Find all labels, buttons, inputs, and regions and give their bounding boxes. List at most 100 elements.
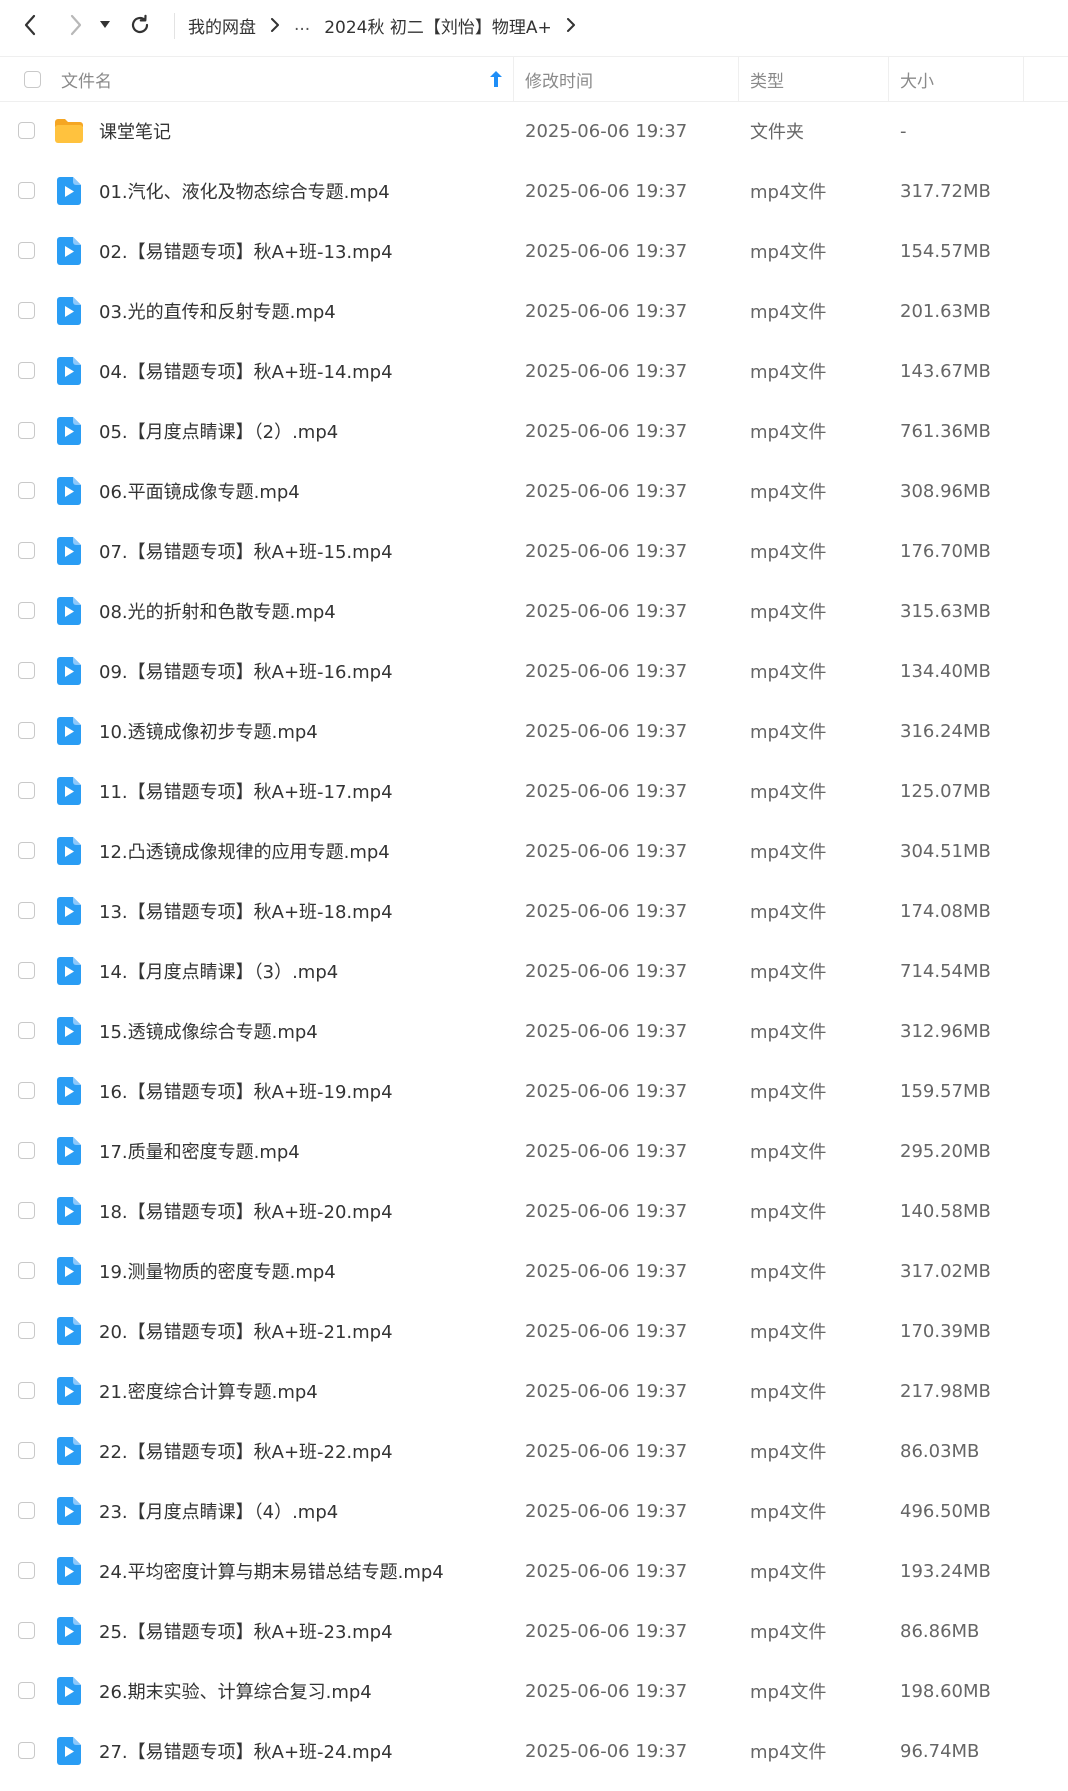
- file-row[interactable]: 02.【易错题专项】秋A+班-13.mp4 2025-06-06 19:37 m…: [0, 221, 1068, 281]
- file-row[interactable]: 10.透镜成像初步专题.mp4 2025-06-06 19:37 mp4文件 3…: [0, 701, 1068, 761]
- file-name[interactable]: 11.【易错题专项】秋A+班-17.mp4: [99, 761, 393, 821]
- file-row[interactable]: 24.平均密度计算与期末易错总结专题.mp4 2025-06-06 19:37 …: [0, 1541, 1068, 1601]
- row-checkbox[interactable]: [18, 122, 35, 139]
- file-row[interactable]: 27.【易错题专项】秋A+班-24.mp4 2025-06-06 19:37 m…: [0, 1721, 1068, 1781]
- file-name[interactable]: 12.凸透镜成像规律的应用专题.mp4: [99, 821, 390, 881]
- file-row[interactable]: 17.质量和密度专题.mp4 2025-06-06 19:37 mp4文件 29…: [0, 1121, 1068, 1181]
- file-row[interactable]: 26.期末实验、计算综合复习.mp4 2025-06-06 19:37 mp4文…: [0, 1661, 1068, 1721]
- file-row[interactable]: 03.光的直传和反射专题.mp4 2025-06-06 19:37 mp4文件 …: [0, 281, 1068, 341]
- column-header-type-label: 类型: [750, 71, 784, 92]
- file-name[interactable]: 05.【月度点睛课】（2）.mp4: [99, 401, 338, 461]
- file-name[interactable]: 09.【易错题专项】秋A+班-16.mp4: [99, 641, 393, 701]
- row-checkbox[interactable]: [18, 722, 35, 739]
- file-row[interactable]: 11.【易错题专项】秋A+班-17.mp4 2025-06-06 19:37 m…: [0, 761, 1068, 821]
- file-name[interactable]: 06.平面镜成像专题.mp4: [99, 461, 300, 521]
- file-name[interactable]: 21.密度综合计算专题.mp4: [99, 1361, 318, 1421]
- file-name[interactable]: 课堂笔记: [99, 101, 171, 161]
- file-name[interactable]: 27.【易错题专项】秋A+班-24.mp4: [99, 1721, 393, 1781]
- file-name[interactable]: 24.平均密度计算与期末易错总结专题.mp4: [99, 1541, 444, 1601]
- refresh-button[interactable]: [123, 8, 157, 42]
- row-checkbox[interactable]: [18, 902, 35, 919]
- row-checkbox[interactable]: [18, 542, 35, 559]
- file-row[interactable]: 20.【易错题专项】秋A+班-21.mp4 2025-06-06 19:37 m…: [0, 1301, 1068, 1361]
- row-checkbox[interactable]: [18, 842, 35, 859]
- row-checkbox[interactable]: [18, 422, 35, 439]
- file-name[interactable]: 26.期末实验、计算综合复习.mp4: [99, 1661, 372, 1721]
- column-header-modified[interactable]: 修改时间: [525, 57, 735, 101]
- file-row[interactable]: 15.透镜成像综合专题.mp4 2025-06-06 19:37 mp4文件 3…: [0, 1001, 1068, 1061]
- file-row[interactable]: 04.【易错题专项】秋A+班-14.mp4 2025-06-06 19:37 m…: [0, 341, 1068, 401]
- back-button[interactable]: [13, 8, 47, 42]
- file-row[interactable]: 07.【易错题专项】秋A+班-15.mp4 2025-06-06 19:37 m…: [0, 521, 1068, 581]
- file-row[interactable]: 01.汽化、液化及物态综合专题.mp4 2025-06-06 19:37 mp4…: [0, 161, 1068, 221]
- file-name[interactable]: 04.【易错题专项】秋A+班-14.mp4: [99, 341, 393, 401]
- row-checkbox[interactable]: [18, 962, 35, 979]
- file-name[interactable]: 20.【易错题专项】秋A+班-21.mp4: [99, 1301, 393, 1361]
- file-name[interactable]: 18.【易错题专项】秋A+班-20.mp4: [99, 1181, 393, 1241]
- file-name[interactable]: 19.测量物质的密度专题.mp4: [99, 1241, 336, 1301]
- row-checkbox[interactable]: [18, 1622, 35, 1639]
- file-size: 125.07MB: [900, 780, 991, 802]
- column-header-type[interactable]: 类型: [750, 57, 885, 101]
- file-row[interactable]: 课堂笔记 2025-06-06 19:37 文件夹 -: [0, 101, 1068, 161]
- file-row[interactable]: 22.【易错题专项】秋A+班-22.mp4 2025-06-06 19:37 m…: [0, 1421, 1068, 1481]
- row-checkbox[interactable]: [18, 1502, 35, 1519]
- row-checkbox[interactable]: [18, 1322, 35, 1339]
- row-checkbox[interactable]: [18, 1262, 35, 1279]
- file-row[interactable]: 25.【易错题专项】秋A+班-23.mp4 2025-06-06 19:37 m…: [0, 1601, 1068, 1661]
- row-checkbox[interactable]: [18, 1562, 35, 1579]
- column-header-size[interactable]: 大小: [900, 57, 1020, 101]
- file-name[interactable]: 03.光的直传和反射专题.mp4: [99, 281, 336, 341]
- file-row[interactable]: 06.平面镜成像专题.mp4 2025-06-06 19:37 mp4文件 30…: [0, 461, 1068, 521]
- row-checkbox[interactable]: [18, 1382, 35, 1399]
- history-dropdown-button[interactable]: [93, 8, 117, 42]
- file-name[interactable]: 08.光的折射和色散专题.mp4: [99, 581, 336, 641]
- file-row[interactable]: 14.【月度点睛课】（3）.mp4 2025-06-06 19:37 mp4文件…: [0, 941, 1068, 1001]
- row-checkbox[interactable]: [18, 662, 35, 679]
- file-row[interactable]: 05.【月度点睛课】（2）.mp4 2025-06-06 19:37 mp4文件…: [0, 401, 1068, 461]
- file-name[interactable]: 01.汽化、液化及物态综合专题.mp4: [99, 161, 390, 221]
- file-name[interactable]: 15.透镜成像综合专题.mp4: [99, 1001, 318, 1061]
- row-checkbox[interactable]: [18, 602, 35, 619]
- file-row[interactable]: 13.【易错题专项】秋A+班-18.mp4 2025-06-06 19:37 m…: [0, 881, 1068, 941]
- file-row[interactable]: 18.【易错题专项】秋A+班-20.mp4 2025-06-06 19:37 m…: [0, 1181, 1068, 1241]
- row-checkbox[interactable]: [18, 1202, 35, 1219]
- file-name[interactable]: 07.【易错题专项】秋A+班-15.mp4: [99, 521, 393, 581]
- file-name[interactable]: 16.【易错题专项】秋A+班-19.mp4: [99, 1061, 393, 1121]
- file-name[interactable]: 13.【易错题专项】秋A+班-18.mp4: [99, 881, 393, 941]
- column-header-name[interactable]: 文件名: [61, 57, 511, 101]
- row-checkbox[interactable]: [18, 1442, 35, 1459]
- row-checkbox[interactable]: [18, 1082, 35, 1099]
- file-row[interactable]: 23.【月度点睛课】（4）.mp4 2025-06-06 19:37 mp4文件…: [0, 1481, 1068, 1541]
- breadcrumb-item-current[interactable]: 2024秋 初二【刘怡】物理A+: [324, 13, 552, 38]
- row-checkbox[interactable]: [18, 1142, 35, 1159]
- file-row[interactable]: 08.光的折射和色散专题.mp4 2025-06-06 19:37 mp4文件 …: [0, 581, 1068, 641]
- row-checkbox[interactable]: [18, 362, 35, 379]
- breadcrumb: 我的网盘 ... 2024秋 初二【刘怡】物理A+: [188, 0, 590, 50]
- file-name[interactable]: 02.【易错题专项】秋A+班-13.mp4: [99, 221, 393, 281]
- row-checkbox[interactable]: [18, 782, 35, 799]
- file-name[interactable]: 22.【易错题专项】秋A+班-22.mp4: [99, 1421, 393, 1481]
- forward-button[interactable]: [59, 8, 93, 42]
- row-checkbox[interactable]: [18, 1682, 35, 1699]
- file-row[interactable]: 16.【易错题专项】秋A+班-19.mp4 2025-06-06 19:37 m…: [0, 1061, 1068, 1121]
- file-name[interactable]: 14.【月度点睛课】（3）.mp4: [99, 941, 338, 1001]
- file-row[interactable]: 09.【易错题专项】秋A+班-16.mp4 2025-06-06 19:37 m…: [0, 641, 1068, 701]
- file-name[interactable]: 10.透镜成像初步专题.mp4: [99, 701, 318, 761]
- file-name[interactable]: 25.【易错题专项】秋A+班-23.mp4: [99, 1601, 393, 1661]
- breadcrumb-ellipsis[interactable]: ...: [294, 15, 310, 35]
- row-checkbox[interactable]: [18, 242, 35, 259]
- row-checkbox[interactable]: [18, 482, 35, 499]
- breadcrumb-item-root[interactable]: 我的网盘: [188, 13, 256, 38]
- video-file-icon: [53, 956, 85, 986]
- file-name[interactable]: 23.【月度点睛课】（4）.mp4: [99, 1481, 338, 1541]
- row-checkbox[interactable]: [18, 302, 35, 319]
- file-row[interactable]: 12.凸透镜成像规律的应用专题.mp4 2025-06-06 19:37 mp4…: [0, 821, 1068, 881]
- row-checkbox[interactable]: [18, 1022, 35, 1039]
- file-row[interactable]: 19.测量物质的密度专题.mp4 2025-06-06 19:37 mp4文件 …: [0, 1241, 1068, 1301]
- row-checkbox[interactable]: [18, 182, 35, 199]
- row-checkbox[interactable]: [18, 1742, 35, 1759]
- file-row[interactable]: 21.密度综合计算专题.mp4 2025-06-06 19:37 mp4文件 2…: [0, 1361, 1068, 1421]
- select-all-checkbox[interactable]: [24, 70, 41, 88]
- file-name[interactable]: 17.质量和密度专题.mp4: [99, 1121, 300, 1181]
